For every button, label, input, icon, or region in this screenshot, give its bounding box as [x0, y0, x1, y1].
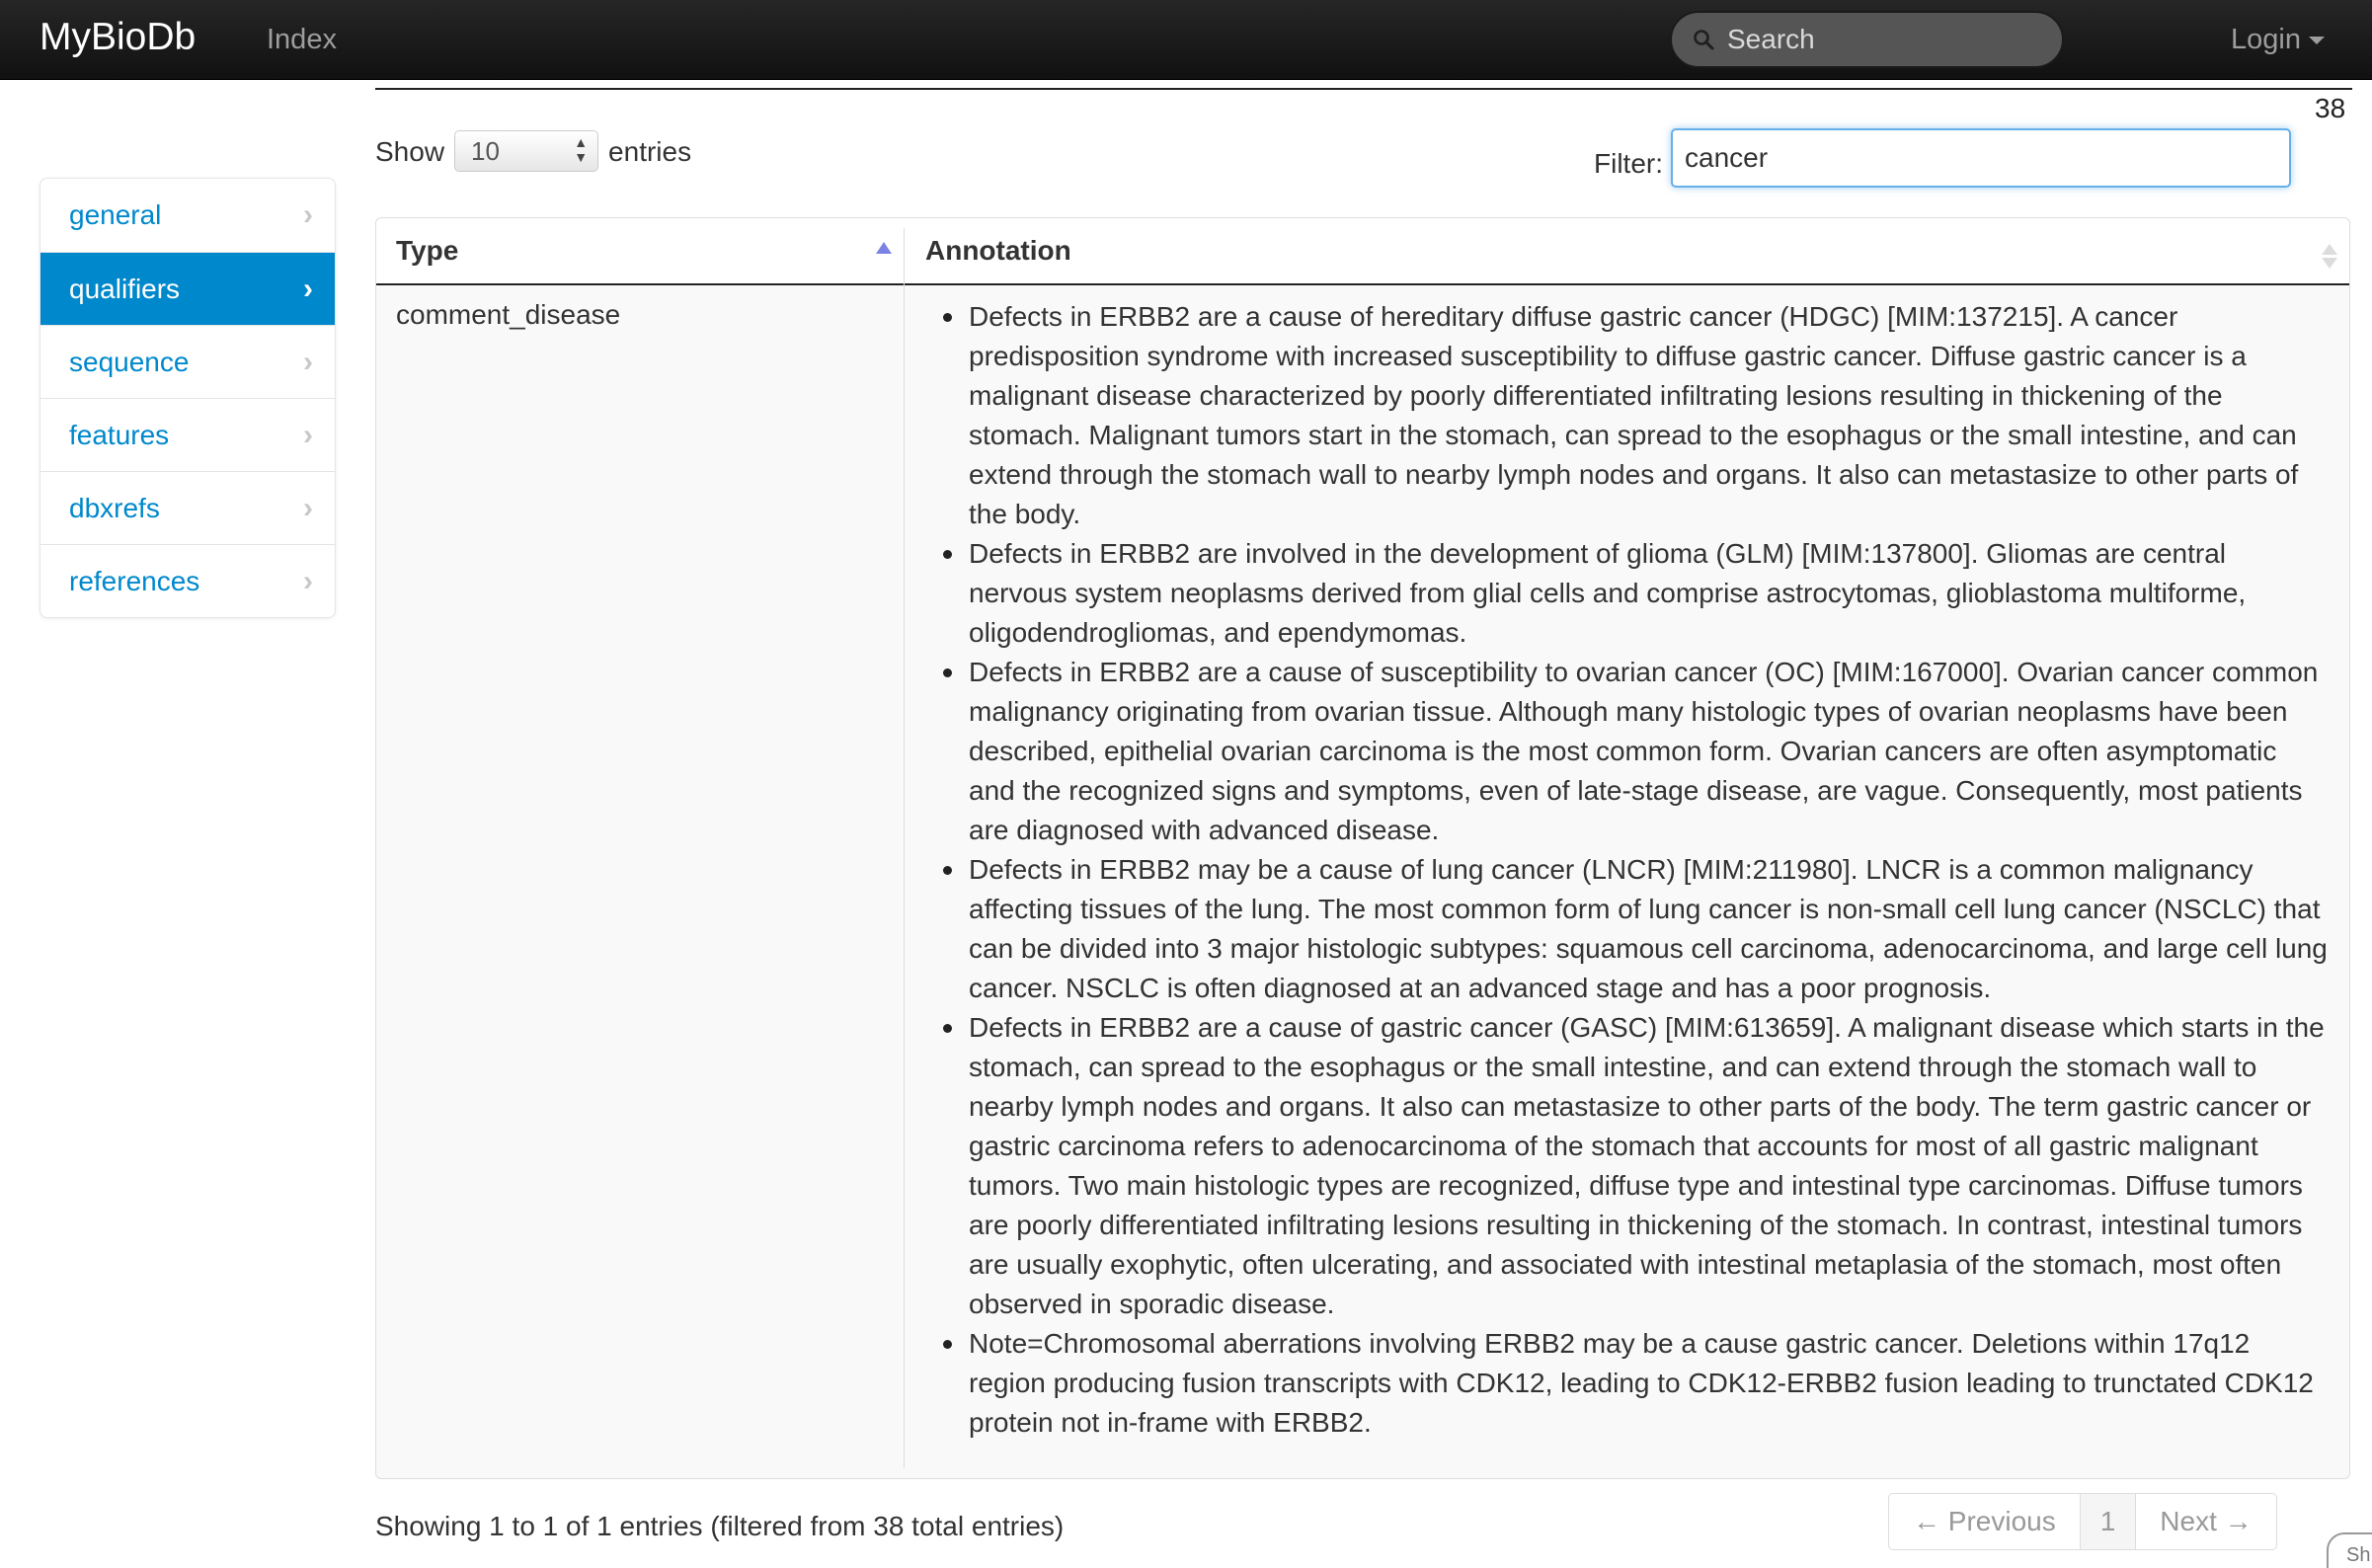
sidebar-item-dbxrefs[interactable]: dbxrefs › [40, 471, 335, 544]
page-size-value: 10 [471, 135, 500, 166]
page-size-select[interactable]: 10 ▲ ▼ [454, 129, 599, 172]
sidebar-item-sequence[interactable]: sequence › [40, 325, 335, 398]
column-header-annotation[interactable]: Annotation [925, 218, 1071, 283]
next-page-button[interactable]: Next → [2135, 1494, 2275, 1549]
page-length-control: Show 10 ▲ ▼ entries [375, 129, 692, 174]
table-header: Type Annotation [376, 218, 2349, 285]
sidebar-item-qualifiers[interactable]: qualifiers › [40, 252, 335, 325]
sidebar-item-label: dbxrefs [69, 493, 160, 523]
sidebar-nav: general › qualifiers › sequence › features ›… [40, 178, 336, 618]
search-icon [1694, 30, 1714, 50]
chevron-right-icon: › [303, 346, 313, 378]
chevron-right-icon: › [303, 419, 313, 451]
annotation-item: Defects in ERBB2 are a cause of gastric … [925, 1008, 2328, 1324]
cell-annotation: Defects in ERBB2 are a cause of heredita… [925, 297, 2328, 1443]
chevron-right-icon: › [303, 273, 313, 305]
previous-page-button[interactable]: ← Previous [1889, 1494, 2080, 1549]
show-label: Show [375, 136, 445, 167]
search-box[interactable] [1670, 11, 2064, 68]
nav-link-index[interactable]: Index [267, 24, 337, 56]
column-header-type[interactable]: Type [396, 218, 458, 283]
chevron-right-icon: › [303, 565, 313, 597]
annotation-item: Defects in ERBB2 may be a cause of lung … [925, 850, 2328, 1008]
annotation-item: Defects in ERBB2 are involved in the dev… [925, 534, 2328, 653]
record-count: 38 [2315, 93, 2346, 123]
login-label: Login [2231, 24, 2301, 55]
page-number-button[interactable]: 1 [2079, 1494, 2136, 1549]
table-info: Showing 1 to 1 of 1 entries (filtered fr… [375, 1511, 1065, 1541]
annotation-item: Note=Chromosomal aberrations involving E… [925, 1324, 2328, 1443]
caret-down-icon [2308, 37, 2325, 45]
pagination: ← Previous 1 Next → [1888, 1493, 2277, 1550]
sidebar-item-label: general [69, 199, 162, 230]
brand-logo[interactable]: MyBioDb [40, 16, 196, 59]
section-divider [375, 88, 2352, 90]
sidebar-item-general[interactable]: general › [40, 179, 335, 252]
top-navbar: MyBioDb Index Login [0, 0, 2372, 80]
filter-input[interactable] [1671, 128, 2291, 188]
cell-type: comment_disease [396, 299, 621, 330]
sidebar-item-label: features [69, 420, 170, 450]
login-dropdown[interactable]: Login [2231, 24, 2325, 56]
annotation-item: Defects in ERBB2 are a cause of heredita… [925, 297, 2328, 534]
column-divider [904, 228, 905, 1468]
entries-label: entries [608, 136, 692, 167]
sidebar-item-references[interactable]: references › [40, 544, 335, 617]
sidebar-item-label: qualifiers [69, 274, 181, 304]
corner-widget[interactable]: Sh [2327, 1532, 2372, 1568]
annotation-list: Defects in ERBB2 are a cause of heredita… [925, 297, 2328, 1443]
sidebar-item-features[interactable]: features › [40, 398, 335, 471]
chevron-right-icon: › [303, 198, 313, 231]
sidebar-item-label: sequence [69, 347, 190, 377]
search-input[interactable] [1727, 21, 2043, 58]
qualifiers-table: Type Annotation comment_disease Defects … [375, 217, 2350, 1479]
filter-label: Filter: [1594, 148, 1663, 179]
sort-ascending-icon [876, 242, 892, 254]
select-arrows-icon: ▲ ▼ [574, 133, 589, 165]
chevron-right-icon: › [303, 492, 313, 524]
sidebar-item-label: references [69, 566, 200, 596]
sort-both-icon [2322, 244, 2337, 269]
annotation-item: Defects in ERBB2 are a cause of suscepti… [925, 653, 2328, 850]
